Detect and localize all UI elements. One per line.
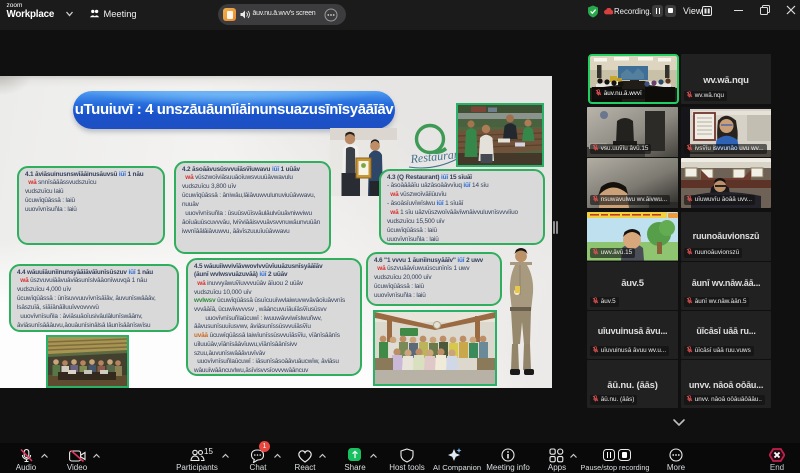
svg-text:Restaurant: Restaurant bbox=[409, 146, 461, 166]
